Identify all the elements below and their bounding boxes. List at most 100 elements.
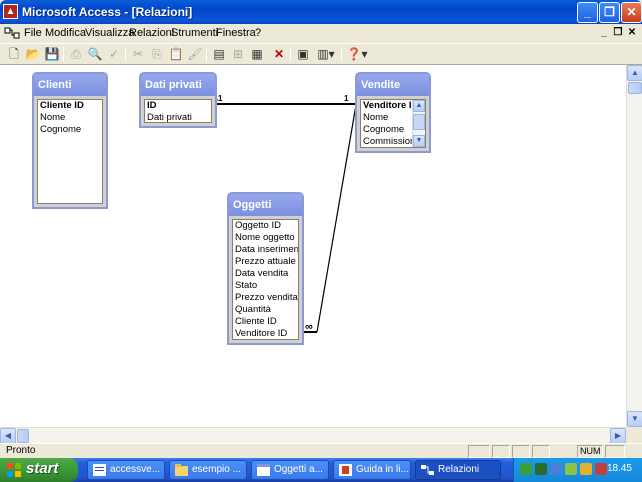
field-item[interactable]: Oggetto ID <box>233 220 298 232</box>
menu-relazioni[interactable]: Relazioni <box>129 27 174 39</box>
task-label: Guida in li... <box>356 464 409 475</box>
mdi-minimize-button[interactable]: _ <box>597 27 611 40</box>
taskbar-item-relazioni[interactable]: Relazioni <box>415 460 501 480</box>
table-dati-privati[interactable]: Dati privati ID Dati privati <box>139 72 217 128</box>
antivirus-icon[interactable] <box>535 463 547 475</box>
field-list[interactable]: Oggetto ID Nome oggetto Data inserimento… <box>232 219 299 340</box>
update-icon[interactable] <box>580 463 592 475</box>
toolbar-separator <box>290 47 291 62</box>
scroll-thumb[interactable] <box>413 114 425 130</box>
toolbar: 🗋 📂 💾 ⎙ 🔍 ✓ ✂ ⎘ 📋 🖌 ▤ ⊞ ▦ ✕ ▣ ▥▾ ❓▾ <box>0 43 642 65</box>
relation-many-label: ∞ <box>305 321 313 333</box>
new-object-dropdown[interactable]: ▥▾ <box>314 46 338 63</box>
horizontal-scroll-thumb[interactable] <box>17 429 29 443</box>
volume-icon[interactable] <box>595 463 607 475</box>
mdi-restore-button[interactable]: ❐ <box>611 27 625 40</box>
field-item[interactable]: Prezzo attuale <box>233 256 298 268</box>
field-item[interactable]: Nome <box>38 112 102 124</box>
status-panel <box>532 445 550 458</box>
print-icon[interactable]: ⎙ <box>67 46 85 63</box>
mdi-close-button[interactable]: ✕ <box>625 27 639 40</box>
field-item[interactable]: Cliente ID <box>233 316 298 328</box>
format-painter-icon[interactable]: 🖌 <box>186 46 204 63</box>
word-document-icon <box>93 464 106 476</box>
show-all-icon[interactable]: ▦ <box>248 46 266 63</box>
start-button[interactable]: start <box>0 458 78 482</box>
field-item[interactable]: Data inserimento <box>233 244 298 256</box>
field-item[interactable]: Stato <box>233 280 298 292</box>
horizontal-scrollbar[interactable]: ◀ ▶ <box>0 427 626 444</box>
table-title[interactable]: Dati privati <box>141 74 215 96</box>
field-list[interactable]: ID Dati privati <box>144 99 212 123</box>
table-vendite[interactable]: Vendite Venditore ID Nome Cognome Commis… <box>355 72 431 153</box>
show-table-icon[interactable]: ▤ <box>210 46 228 63</box>
field-list[interactable]: Cliente ID Nome Cognome <box>37 99 103 204</box>
save-icon[interactable]: 💾 <box>43 46 61 63</box>
help-book-icon <box>339 464 352 476</box>
scroll-up-icon[interactable]: ▲ <box>413 100 425 112</box>
menu-visualizza[interactable]: Visualizza <box>85 27 134 39</box>
print-preview-icon[interactable]: 🔍 <box>86 46 104 63</box>
menu-modifica[interactable]: Modifica <box>45 27 86 39</box>
table-window-icon <box>257 464 270 476</box>
help-icon[interactable]: ❓▾ <box>345 46 369 63</box>
taskbar-item-accessve[interactable]: accessve... <box>87 460 165 480</box>
menu-strumenti[interactable]: Strumenti <box>171 27 218 39</box>
relation-one-label: 1 <box>218 94 223 103</box>
scroll-right-icon[interactable]: ▶ <box>610 428 626 444</box>
field-item[interactable]: ID <box>145 100 211 112</box>
menu-help[interactable]: ? <box>255 27 261 39</box>
field-item[interactable]: Quantità <box>233 304 298 316</box>
status-panel <box>492 445 510 458</box>
clock: 18.45 <box>606 463 632 474</box>
show-direct-icon[interactable]: ⊞ <box>229 46 247 63</box>
scroll-left-icon[interactable]: ◀ <box>0 428 16 444</box>
field-item[interactable]: Cognome <box>38 124 102 136</box>
menu-finestra[interactable]: Finestra <box>216 27 256 39</box>
field-item[interactable]: Cliente ID <box>38 100 102 112</box>
minimize-button[interactable]: _ <box>577 2 598 23</box>
field-item[interactable]: Dati privati <box>145 112 211 122</box>
relationships-window-icon[interactable] <box>4 26 20 40</box>
taskbar: start accessve... esempio ... Oggetti a.… <box>0 458 642 482</box>
scroll-up-icon[interactable]: ▲ <box>627 65 642 81</box>
task-label: accessve... <box>110 464 161 475</box>
copy-icon[interactable]: ⎘ <box>148 46 166 63</box>
vertical-scroll-thumb[interactable] <box>628 82 642 94</box>
field-list-scrollbar[interactable]: ▲ ▼ <box>412 100 425 147</box>
new-icon[interactable]: 🗋 <box>5 46 23 63</box>
field-item[interactable]: Prezzo vendita <box>233 292 298 304</box>
table-clienti[interactable]: Clienti Cliente ID Nome Cognome <box>32 72 108 209</box>
field-list[interactable]: Venditore ID Nome Cognome Commissione % … <box>360 99 426 148</box>
table-title[interactable]: Vendite <box>357 74 429 96</box>
relation-one-label: 1 <box>344 94 349 103</box>
shield-icon[interactable] <box>565 463 577 475</box>
delete-icon[interactable]: ✕ <box>270 46 288 63</box>
spelling-icon[interactable]: ✓ <box>105 46 123 63</box>
access-app-icon[interactable]: ▲ <box>3 4 18 19</box>
vertical-scrollbar[interactable]: ▲ ▼ <box>626 65 642 427</box>
maximize-button[interactable]: ❐ <box>599 2 620 23</box>
table-title[interactable]: Clienti <box>34 74 106 96</box>
system-tray: 18.45 <box>513 458 642 482</box>
field-item[interactable]: Nome oggetto <box>233 232 298 244</box>
field-item[interactable]: Data vendita <box>233 268 298 280</box>
network-icon[interactable] <box>520 463 532 475</box>
close-button[interactable]: ✕ <box>621 2 642 23</box>
paste-icon[interactable]: 📋 <box>167 46 185 63</box>
field-item[interactable]: Venditore ID <box>233 328 298 339</box>
open-icon[interactable]: 📂 <box>24 46 42 63</box>
scroll-corner <box>626 427 642 443</box>
messenger-icon[interactable] <box>550 463 562 475</box>
taskbar-item-esempio[interactable]: esempio ... <box>169 460 247 480</box>
new-object-icon[interactable]: ▣ <box>294 46 312 63</box>
taskbar-item-oggetti[interactable]: Oggetti a... <box>251 460 329 480</box>
menu-file[interactable]: File <box>24 27 42 39</box>
table-oggetti[interactable]: Oggetti Oggetto ID Nome oggetto Data ins… <box>227 192 304 345</box>
scroll-down-icon[interactable]: ▼ <box>413 135 425 147</box>
taskbar-item-guida[interactable]: Guida in li... <box>333 460 411 480</box>
relationships-canvas[interactable]: 1 1 ∞ Clienti Cliente ID Nome Cognome Da… <box>0 65 626 427</box>
table-title[interactable]: Oggetti <box>229 194 302 216</box>
scroll-down-icon[interactable]: ▼ <box>627 411 642 427</box>
cut-icon[interactable]: ✂ <box>129 46 147 63</box>
